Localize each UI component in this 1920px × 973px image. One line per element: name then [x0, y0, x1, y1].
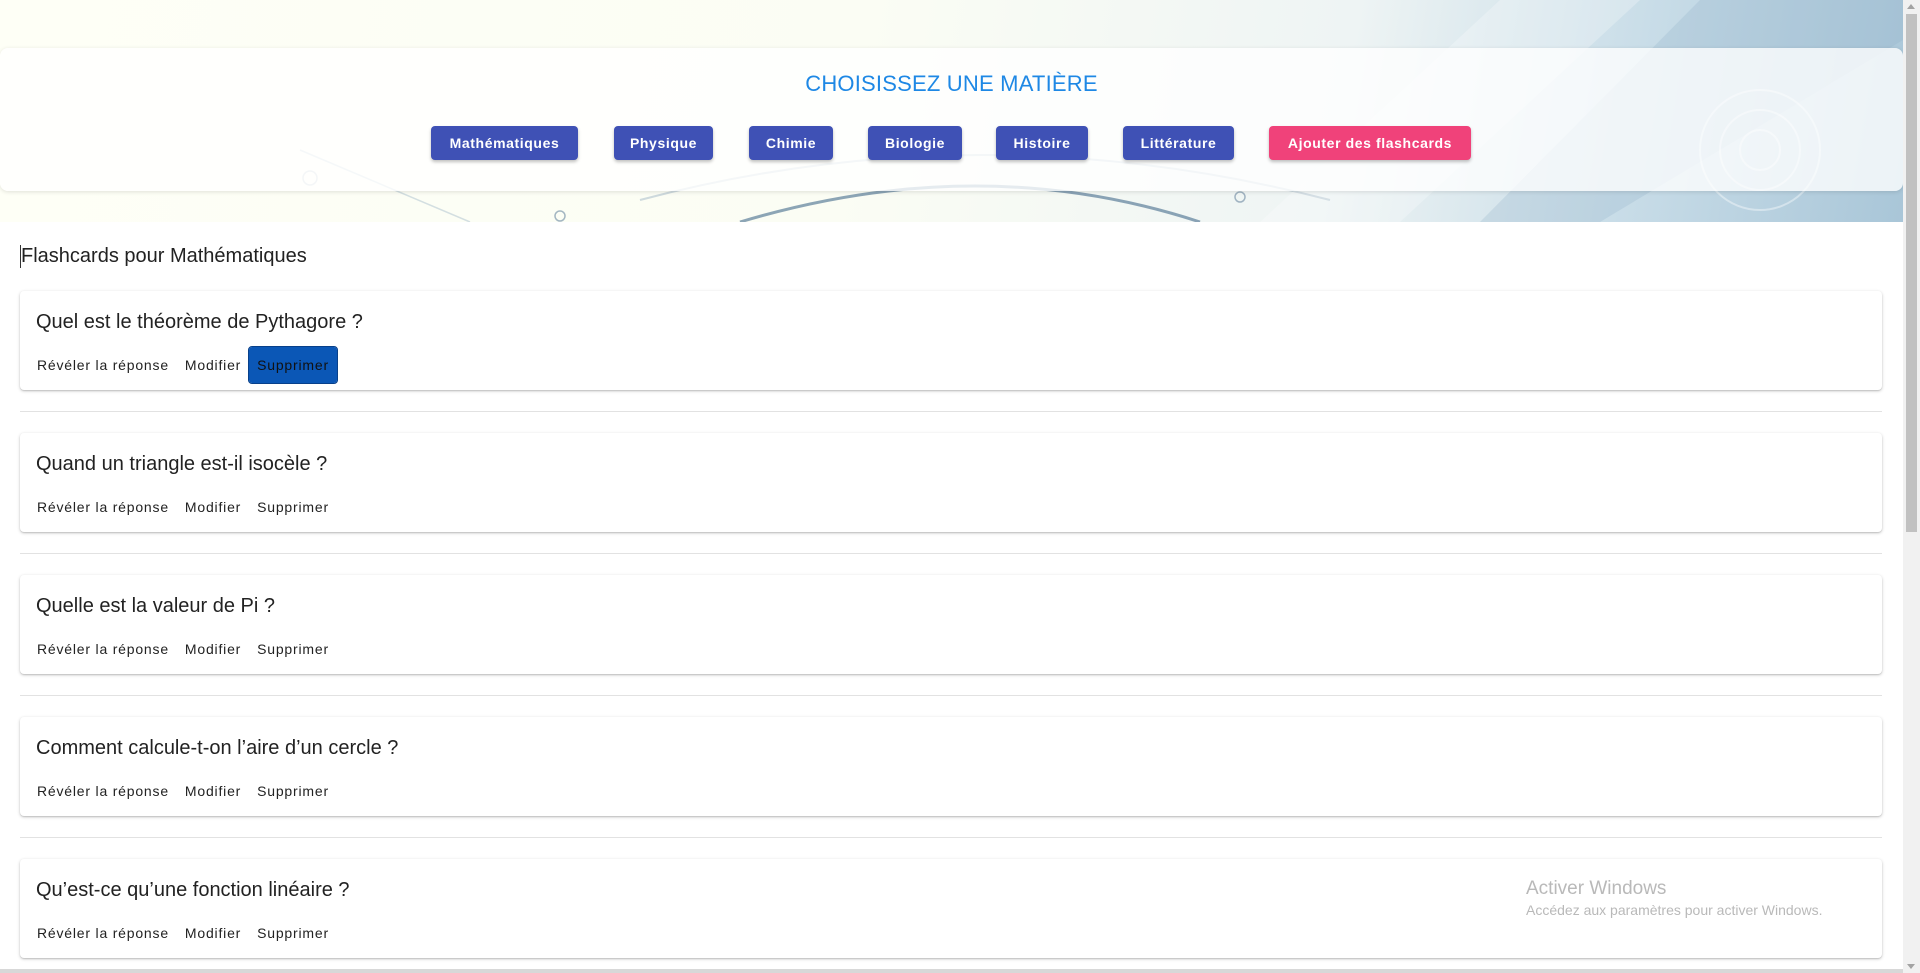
flashcard-actions: Révéler la réponse Modifier Supprimer [29, 489, 337, 525]
edit-button[interactable]: Modifier [177, 631, 249, 667]
card-divider [20, 411, 1882, 412]
subject-button-mathematiques[interactable]: Mathématiques [431, 126, 578, 160]
flashcard-question: Quand un triangle est-il isocèle ? [36, 453, 328, 475]
subject-button-physique[interactable]: Physique [614, 126, 713, 160]
delete-button[interactable]: Supprimer [249, 915, 337, 951]
page-title: CHOISISSEZ UNE MATIÈRE [805, 71, 1098, 96]
flashcard-question: Quel est le théorème de Pythagore ? [36, 311, 363, 333]
page: CHOISISSEZ UNE MATIÈRE Mathématiques Phy… [0, 0, 1920, 973]
bottom-edge [0, 969, 1903, 973]
delete-button[interactable]: Supprimer [249, 773, 337, 809]
flashcard: Quand un triangle est-il isocèle ? Révél… [20, 433, 1882, 532]
flashcard-question: Quelle est la valeur de Pi ? [36, 595, 276, 617]
reveal-answer-button[interactable]: Révéler la réponse [29, 773, 177, 809]
vertical-scrollbar[interactable] [1903, 0, 1920, 973]
section-title: Flashcards pour Mathématiques [20, 245, 307, 268]
card-divider [20, 695, 1882, 696]
reveal-answer-button[interactable]: Révéler la réponse [29, 631, 177, 667]
flashcard-actions: Révéler la réponse Modifier Supprimer [29, 915, 337, 951]
edit-button[interactable]: Modifier [177, 773, 249, 809]
flashcard: Comment calcule-t-on l’aire d’un cercle … [20, 717, 1882, 816]
add-flashcards-button[interactable]: Ajouter des flashcards [1269, 126, 1471, 160]
subject-button-chimie[interactable]: Chimie [749, 126, 833, 160]
watermark-title: Activer Windows [1526, 878, 1667, 899]
flashcard: Quel est le théorème de Pythagore ? Révé… [20, 291, 1882, 390]
edit-button[interactable]: Modifier [177, 489, 249, 525]
scrollbar-thumb[interactable] [1906, 14, 1917, 532]
card-divider [20, 553, 1882, 554]
delete-button[interactable]: Supprimer [249, 631, 337, 667]
edit-button[interactable]: Modifier [177, 915, 249, 951]
flashcard-question: Qu’est-ce qu’une fonction linéaire ? [36, 879, 350, 901]
scroll-down-arrow-icon[interactable] [1907, 964, 1915, 969]
flashcard-question: Comment calcule-t-on l’aire d’un cercle … [36, 737, 399, 759]
watermark-subtitle: Accédez aux paramètres pour activer Wind… [1526, 902, 1823, 918]
subject-button-litterature[interactable]: Littérature [1123, 126, 1234, 160]
subject-button-histoire[interactable]: Histoire [996, 126, 1088, 160]
flashcard-actions: Révéler la réponse Modifier Supprimer [29, 773, 337, 809]
delete-button[interactable]: Supprimer [249, 489, 337, 525]
scroll-up-arrow-icon[interactable] [1907, 4, 1915, 9]
reveal-answer-button[interactable]: Révéler la réponse [29, 489, 177, 525]
subject-header: CHOISISSEZ UNE MATIÈRE Mathématiques Phy… [0, 48, 1903, 191]
flashcard-actions: Révéler la réponse Modifier Supprimer [29, 631, 337, 667]
edit-button[interactable]: Modifier [177, 347, 249, 383]
delete-button[interactable]: Supprimer [248, 346, 338, 384]
reveal-answer-button[interactable]: Révéler la réponse [29, 347, 177, 383]
reveal-answer-button[interactable]: Révéler la réponse [29, 915, 177, 951]
flashcard: Quelle est la valeur de Pi ? Révéler la … [20, 575, 1882, 674]
windows-activation-watermark: Activer Windows Accédez aux paramètres p… [1526, 878, 1822, 918]
card-divider [20, 837, 1882, 838]
flashcard-actions: Révéler la réponse Modifier Supprimer [29, 346, 338, 384]
subject-button-biologie[interactable]: Biologie [868, 126, 962, 160]
